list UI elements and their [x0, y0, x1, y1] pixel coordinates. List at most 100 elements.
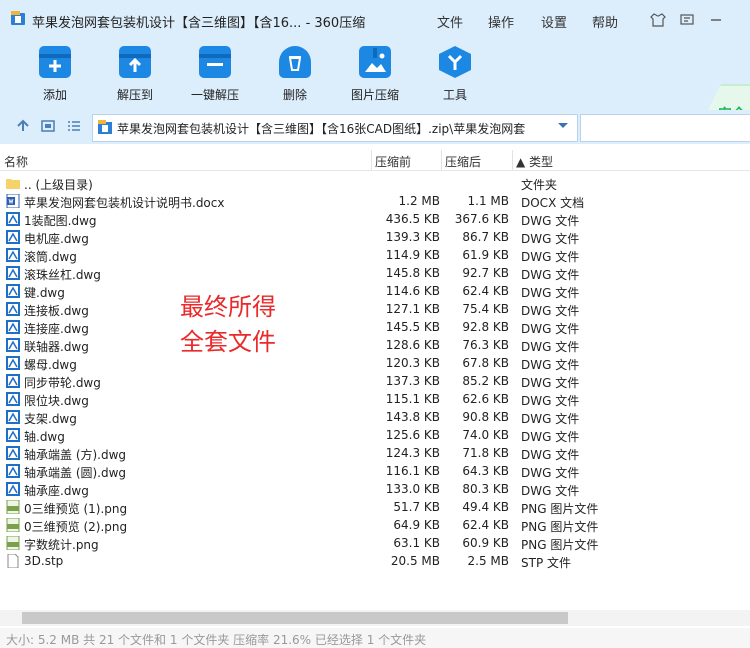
file-name: 连接座.dwg [24, 322, 89, 336]
one-click-extract-label: 一键解压 [190, 88, 239, 102]
file-name: 苹果发泡网套包装机设计说明书.docx [24, 196, 225, 210]
png-file-icon [6, 517, 20, 533]
png-file-icon [6, 535, 20, 551]
menu-file[interactable]: 文件 [437, 12, 463, 31]
feedback-icon[interactable] [679, 12, 695, 28]
table-row[interactable]: 1装配图.dwg 436.5 KB 367.6 KB DWG 文件 [0, 210, 750, 228]
add-label: 添加 [42, 88, 67, 102]
column-divider[interactable] [441, 150, 442, 170]
table-row[interactable]: .. (上级目录) 文件夹 [0, 174, 750, 192]
address-bar: 苹果发泡网套包装机设计【含三维图】【含16张CAD图纸】.zip\苹果发泡网套 [0, 110, 750, 144]
table-row[interactable]: 苹果发泡网套包装机设计说明书.docx 1.2 MB 1.1 MB DOCX 文档 [0, 192, 750, 210]
file-type: PNG 图片文件 [521, 502, 599, 516]
delete-icon [279, 46, 311, 78]
address-field[interactable]: 苹果发泡网套包装机设计【含三维图】【含16张CAD图纸】.zip\苹果发泡网套 [92, 114, 578, 142]
file-original-size: 67.8 KB [462, 356, 509, 370]
table-row[interactable]: 同步带轮.dwg 137.3 KB 85.2 KB DWG 文件 [0, 372, 750, 390]
menu-settings[interactable]: 设置 [541, 12, 567, 31]
skin-icon[interactable] [650, 12, 666, 28]
one-click-extract-button[interactable]: 一键解压 [180, 46, 250, 103]
search-input[interactable] [580, 114, 750, 142]
image-compress-button[interactable]: 图片压缩 [340, 46, 410, 103]
file-name: 轴承端盖 (圆).dwg [24, 466, 127, 480]
column-divider[interactable] [512, 150, 513, 170]
chevron-down-icon[interactable] [557, 119, 569, 134]
file-compressed-size: 114.9 KB [385, 248, 440, 262]
file-name: 字数统计.png [24, 538, 99, 552]
file-type: DWG 文件 [521, 448, 580, 462]
annotation-line-1: 最终所得 [180, 293, 276, 321]
file-compressed-size: 128.6 KB [385, 338, 440, 352]
file-original-size: 86.7 KB [462, 230, 509, 244]
column-type[interactable]: ▲ 类型 [516, 153, 553, 170]
delete-button[interactable]: 删除 [260, 46, 330, 103]
thumbnail-view-icon[interactable] [40, 118, 56, 134]
table-row[interactable]: 键.dwg 114.6 KB 62.4 KB DWG 文件 [0, 282, 750, 300]
tools-label: 工具 [442, 88, 467, 102]
table-row[interactable]: 滚筒.dwg 114.9 KB 61.9 KB DWG 文件 [0, 246, 750, 264]
up-arrow-icon[interactable] [15, 118, 31, 134]
table-row[interactable]: 连接板.dwg 127.1 KB 75.4 KB DWG 文件 [0, 300, 750, 318]
table-row[interactable]: 滚珠丝杠.dwg 145.8 KB 92.7 KB DWG 文件 [0, 264, 750, 282]
file-original-size: 1.1 MB [467, 194, 509, 208]
menu-operate[interactable]: 操作 [488, 12, 514, 31]
file-compressed-size: 1.2 MB [398, 194, 440, 208]
file-list: .. (上级目录) 文件夹苹果发泡网套包装机设计说明书.docx 1.2 MB 1.1… [0, 174, 750, 570]
file-compressed-size: 127.1 KB [385, 302, 440, 316]
table-row[interactable]: 0三维预览 (2).png 64.9 KB 62.4 KB PNG 图片文件 [0, 516, 750, 534]
dwg-file-icon [6, 266, 20, 280]
file-compressed-size: 145.5 KB [385, 320, 440, 334]
table-row[interactable]: 联轴器.dwg 128.6 KB 76.3 KB DWG 文件 [0, 336, 750, 354]
app-icon [11, 11, 25, 25]
file-compressed-size: 51.7 KB [393, 500, 440, 514]
file-name: 轴.dwg [24, 430, 65, 444]
file-compressed-size: 63.1 KB [393, 536, 440, 550]
column-name[interactable]: 名称 [4, 153, 28, 170]
file-original-size: 62.6 KB [462, 392, 509, 406]
table-row[interactable]: 轴承座.dwg 133.0 KB 80.3 KB DWG 文件 [0, 480, 750, 498]
table-row[interactable]: 电机座.dwg 139.3 KB 86.7 KB DWG 文件 [0, 228, 750, 246]
dwg-file-icon [6, 428, 20, 442]
add-button[interactable]: 添加 [20, 46, 90, 103]
table-row[interactable]: 螺母.dwg 120.3 KB 67.8 KB DWG 文件 [0, 354, 750, 372]
file-name: 3D.stp [24, 554, 64, 568]
scrollbar-thumb[interactable] [22, 612, 568, 624]
column-original[interactable]: 压缩后 [445, 153, 481, 170]
dwg-file-icon [6, 338, 20, 352]
extract-to-button[interactable]: 解压到 [100, 46, 170, 103]
file-name: 联轴器.dwg [24, 340, 89, 354]
list-view-icon[interactable] [66, 118, 82, 134]
file-original-size: 62.4 KB [462, 518, 509, 532]
table-row[interactable]: 限位块.dwg 115.1 KB 62.6 KB DWG 文件 [0, 390, 750, 408]
column-compressed[interactable]: 压缩前 [375, 153, 411, 170]
table-row[interactable]: 轴承端盖 (方).dwg 124.3 KB 71.8 KB DWG 文件 [0, 444, 750, 462]
table-row[interactable]: 轴.dwg 125.6 KB 74.0 KB DWG 文件 [0, 426, 750, 444]
table-row[interactable]: 3D.stp 20.5 MB 2.5 MB STP 文件 [0, 552, 750, 570]
file-original-size: 90.8 KB [462, 410, 509, 424]
file-original-size: 60.9 KB [462, 536, 509, 550]
extract-to-icon [119, 46, 151, 78]
file-compressed-size: 145.8 KB [385, 266, 440, 280]
tools-icon [439, 46, 471, 78]
table-row[interactable]: 支架.dwg 143.8 KB 90.8 KB DWG 文件 [0, 408, 750, 426]
menu-help[interactable]: 帮助 [592, 12, 618, 31]
file-compressed-size: 114.6 KB [385, 284, 440, 298]
table-row[interactable]: 轴承端盖 (圆).dwg 116.1 KB 64.3 KB DWG 文件 [0, 462, 750, 480]
file-name: 连接板.dwg [24, 304, 89, 318]
column-divider[interactable] [371, 150, 372, 170]
horizontal-scrollbar[interactable] [0, 610, 750, 626]
dwg-file-icon [6, 248, 20, 262]
table-row[interactable]: 字数统计.png 63.1 KB 60.9 KB PNG 图片文件 [0, 534, 750, 552]
file-name: 键.dwg [24, 286, 65, 300]
dwg-file-icon [6, 302, 20, 316]
minimize-icon[interactable] [708, 12, 724, 28]
tools-button[interactable]: 工具 [420, 46, 490, 103]
file-original-size: 49.4 KB [462, 500, 509, 514]
file-type: DWG 文件 [521, 430, 580, 444]
window-title: 苹果发泡网套包装机设计【含三维图】【含16... - 360压缩 [32, 16, 366, 31]
file-type: DWG 文件 [521, 250, 580, 264]
table-row[interactable]: 0三维预览 (1).png 51.7 KB 49.4 KB PNG 图片文件 [0, 498, 750, 516]
table-row[interactable]: 连接座.dwg 145.5 KB 92.8 KB DWG 文件 [0, 318, 750, 336]
file-original-size: 92.7 KB [462, 266, 509, 280]
file-original-size: 74.0 KB [462, 428, 509, 442]
